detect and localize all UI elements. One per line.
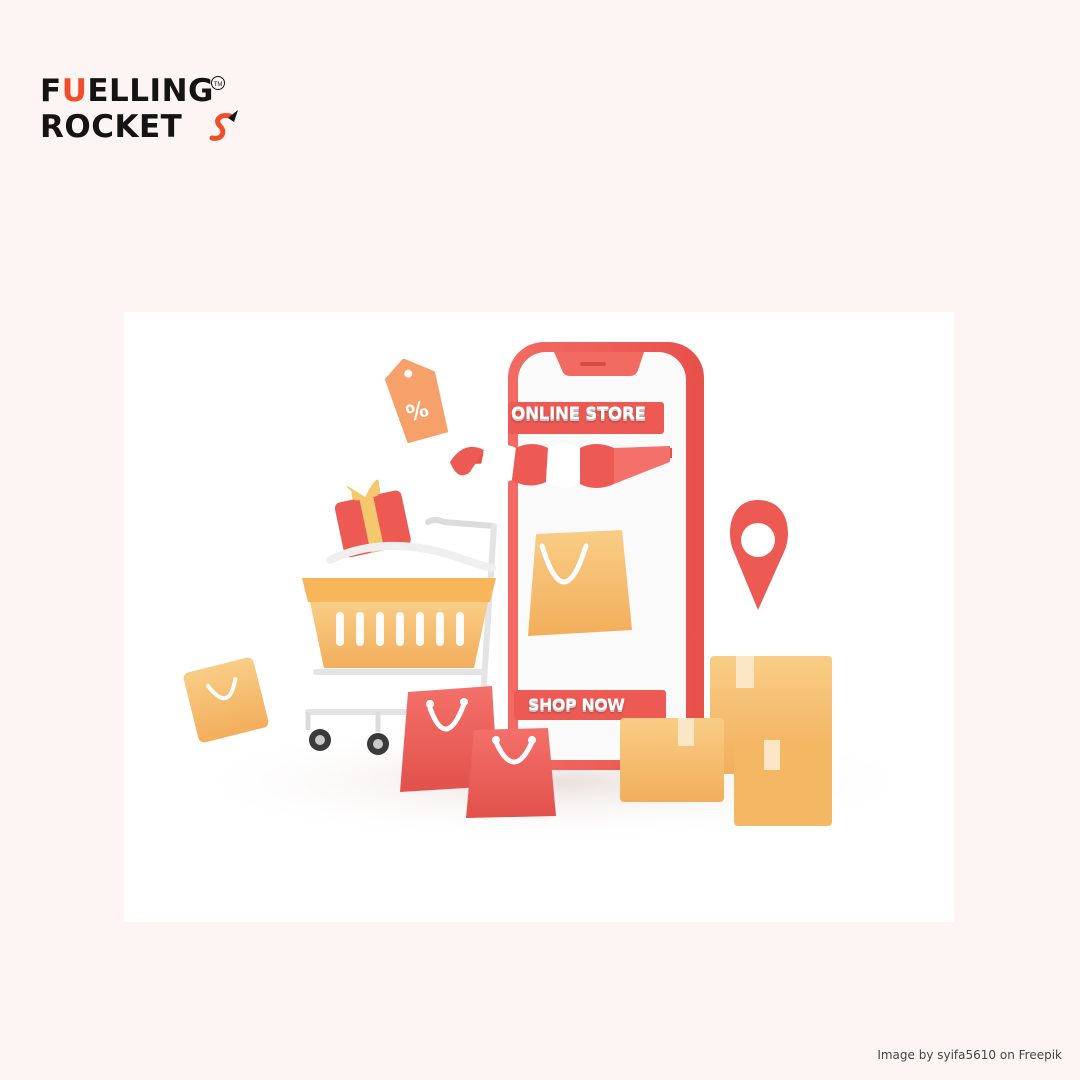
discount-tag-icon: %: [360, 348, 449, 444]
logo-letter-f: F: [40, 73, 62, 109]
brand-logo: FUELLING TM ROCKET: [40, 74, 240, 146]
shop-now-label: SHOP NOW: [528, 695, 625, 714]
rocket-s-icon: [209, 110, 238, 141]
online-store-illustration: % ONLINE STORE SHOP NOW: [124, 312, 954, 922]
shopping-basket-icon: [302, 542, 496, 668]
cardboard-box-front-icon: [734, 740, 832, 826]
cardboard-box-left-icon: [620, 718, 724, 802]
logo-letters-elling: ELLING: [87, 73, 214, 109]
location-pin-icon: [729, 500, 788, 610]
logo-line-1: FUELLING: [40, 74, 214, 108]
trademark-mark: TM: [211, 76, 225, 90]
small-bag-icon: [183, 657, 269, 743]
shopping-bag-icon: [528, 530, 632, 636]
logo-letter-u: U: [61, 73, 88, 109]
online-store-label: ONLINE STORE: [511, 404, 646, 424]
logo-line-2: ROCKET: [40, 109, 183, 145]
red-bag-right-icon: [466, 728, 556, 818]
image-credit: Image by syifa5610 on Freepik: [877, 1048, 1062, 1062]
